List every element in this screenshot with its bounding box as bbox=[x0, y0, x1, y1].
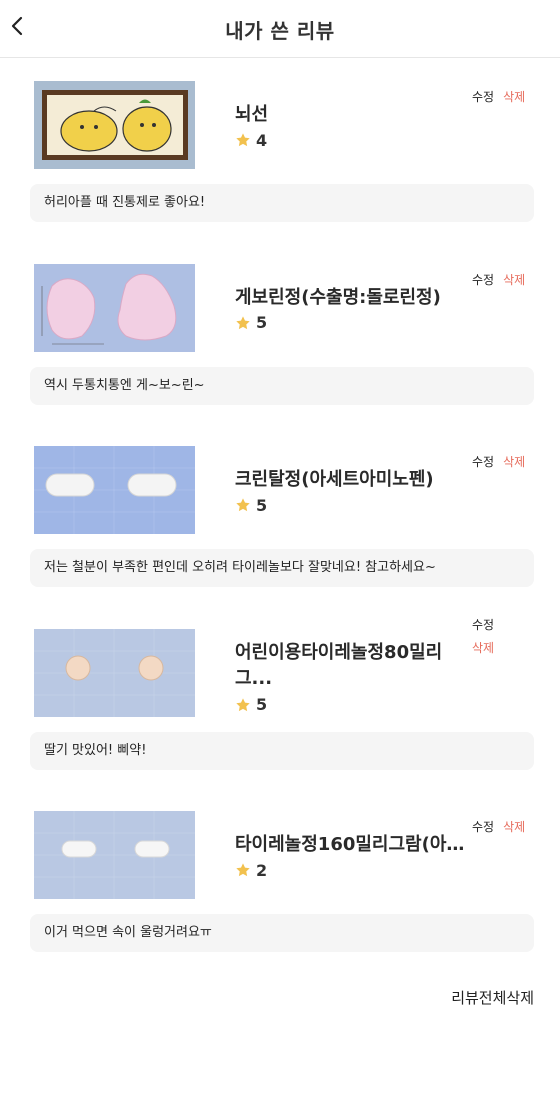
star-icon bbox=[236, 133, 250, 147]
delete-all-reviews-button[interactable]: 리뷰전체삭제 bbox=[451, 987, 534, 1008]
review-actions: 수정 삭제 bbox=[472, 271, 525, 288]
medicine-name[interactable]: 게보린정(수출명:돌로린정) bbox=[235, 285, 465, 311]
medicine-name[interactable]: 타이레놀정160밀리그람(아... bbox=[235, 832, 465, 858]
cartoon-frame-image bbox=[34, 81, 195, 169]
delete-button[interactable]: 삭제 bbox=[503, 88, 525, 105]
review-item: 게보린정(수출명:돌로린정) 5 수정 삭제 역시 두통치통엔 게~보~린~ bbox=[0, 241, 560, 424]
review-actions: 수정 삭제 bbox=[472, 88, 525, 105]
star-icon bbox=[236, 498, 250, 512]
delete-button[interactable]: 삭제 bbox=[472, 639, 494, 656]
white-capsule-image bbox=[34, 811, 195, 899]
rating-value: 5 bbox=[256, 313, 268, 332]
review-comment: 저는 철분이 부족한 편인데 오히려 타이레놀보다 잘맞네요! 참고하세요~ bbox=[30, 549, 534, 587]
review-actions: 수정 삭제 bbox=[472, 818, 525, 835]
edit-button[interactable]: 수정 bbox=[472, 453, 494, 470]
review-actions: 수정 삭제 bbox=[472, 453, 525, 470]
rating-value: 2 bbox=[256, 860, 268, 880]
review-comment: 딸기 맛있어! 삐약! bbox=[30, 731, 534, 770]
edit-button[interactable]: 수정 bbox=[472, 616, 494, 633]
review-item: 타이레놀정160밀리그람(아... 2 수정 삭제 이거 먹으면 속이 울렁거려… bbox=[0, 788, 560, 971]
star-icon bbox=[236, 697, 250, 711]
medicine-name[interactable]: 어린이용타이레놀정80밀리그... bbox=[235, 640, 465, 692]
rating: 5 bbox=[235, 495, 267, 515]
review-image bbox=[34, 628, 195, 717]
edit-button[interactable]: 수정 bbox=[472, 818, 494, 835]
rating: 5 bbox=[235, 695, 267, 715]
pink-pill-image bbox=[34, 263, 195, 352]
medicine-name[interactable]: 크린탈정(아세트아미노펜) bbox=[235, 467, 465, 493]
app-header: 내가 쓴 리뷰 bbox=[0, 0, 560, 58]
edit-button[interactable]: 수정 bbox=[472, 88, 494, 105]
review-comment: 허리아플 때 진통제로 좋아요! bbox=[30, 184, 534, 222]
review-actions: 수정 삭제 bbox=[472, 616, 494, 656]
delete-button[interactable]: 삭제 bbox=[503, 453, 525, 470]
round-pill-image bbox=[34, 628, 195, 717]
rating: 2 bbox=[235, 860, 267, 880]
rating-value: 5 bbox=[256, 495, 268, 515]
review-item: 뇌선 4 수정 삭제 허리아플 때 진통제로 좋아요! bbox=[0, 58, 560, 241]
page-title: 내가 쓴 리뷰 bbox=[225, 19, 335, 43]
review-image bbox=[34, 263, 195, 352]
review-list: 뇌선 4 수정 삭제 허리아플 때 진통제로 좋아요! 게보린정(수출명:돌로린… bbox=[0, 58, 560, 971]
star-icon bbox=[236, 863, 250, 877]
edit-button[interactable]: 수정 bbox=[472, 271, 494, 288]
rating-value: 4 bbox=[256, 130, 268, 150]
review-item: 크린탈정(아세트아미노펜) 5 수정 삭제 저는 철분이 부족한 편인데 오히려… bbox=[0, 423, 560, 606]
star-icon bbox=[236, 315, 250, 329]
delete-button[interactable]: 삭제 bbox=[503, 271, 525, 288]
review-comment: 이거 먹으면 속이 울렁거려요ㅠ bbox=[30, 914, 534, 952]
white-capsule-blue-image bbox=[34, 446, 195, 534]
review-image bbox=[34, 81, 195, 169]
review-comment: 역시 두통치통엔 게~보~린~ bbox=[30, 366, 534, 405]
review-image bbox=[34, 811, 195, 899]
rating: 4 bbox=[235, 130, 267, 150]
delete-button[interactable]: 삭제 bbox=[503, 818, 525, 835]
medicine-name[interactable]: 뇌선 bbox=[235, 102, 465, 128]
review-item: 어린이용타이레놀정80밀리그... 5 수정 삭제 딸기 맛있어! 삐약! bbox=[0, 606, 560, 789]
rating: 5 bbox=[235, 313, 267, 333]
rating-value: 5 bbox=[256, 695, 268, 714]
review-image bbox=[34, 446, 195, 534]
